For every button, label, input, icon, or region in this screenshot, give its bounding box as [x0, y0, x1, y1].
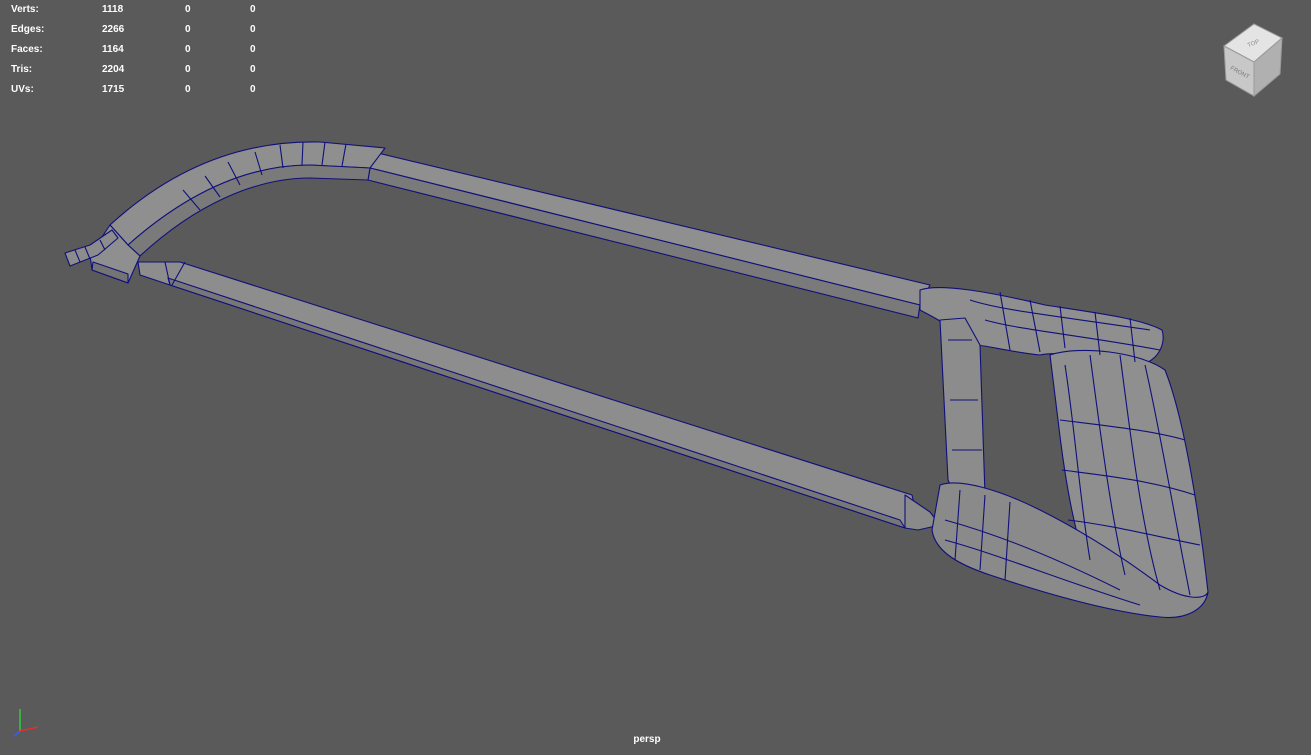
hud-value: 0	[185, 84, 191, 95]
hud-value: 0	[250, 44, 256, 55]
handle-front-post	[939, 317, 986, 506]
lower-blade-bar-side	[167, 277, 906, 529]
top-frame-bar-side	[367, 167, 921, 319]
hud-label: UVs:	[11, 84, 34, 95]
top-frame-bar-top	[364, 149, 931, 306]
poly-count-hud: Verts: 1118 0 0 Edges: 2266 0 0 Faces: 1…	[11, 0, 271, 100]
hud-row-verts: Verts: 1118 0 0	[11, 0, 271, 20]
hud-value: 1164	[102, 44, 124, 55]
hud-label: Verts:	[11, 4, 39, 15]
hud-value: 0	[250, 4, 256, 15]
hud-row-edges: Edges: 2266 0 0	[11, 20, 271, 40]
hud-label: Tris:	[11, 64, 33, 75]
hud-label: Faces:	[11, 44, 43, 55]
hud-value: 0	[250, 24, 256, 35]
hud-value: 0	[250, 84, 256, 95]
hud-row-faces: Faces: 1164 0 0	[11, 40, 271, 60]
hud-value: 2266	[102, 24, 125, 35]
hud-value: 0	[185, 44, 191, 55]
viewport-persp[interactable]	[0, 0, 1311, 750]
hud-row-tris: Tris: 2204 0 0	[11, 60, 271, 80]
hud-value: 0	[250, 64, 256, 75]
hacksaw-mesh[interactable]	[0, 0, 1311, 750]
camera-label: persp	[633, 734, 661, 745]
hud-label: Edges:	[11, 24, 45, 35]
hud-value: 0	[185, 4, 191, 15]
hud-value: 1715	[102, 84, 125, 95]
x-axis-line	[19, 726, 39, 732]
hud-row-uvs: UVs: 1715 0 0	[11, 80, 271, 100]
viewcube-icon[interactable]: TOP FRONT	[1218, 20, 1290, 98]
hud-value: 0	[185, 64, 191, 75]
hud-value: 1118	[102, 4, 124, 15]
hud-value: 0	[185, 24, 191, 35]
hud-value: 2204	[102, 64, 125, 75]
